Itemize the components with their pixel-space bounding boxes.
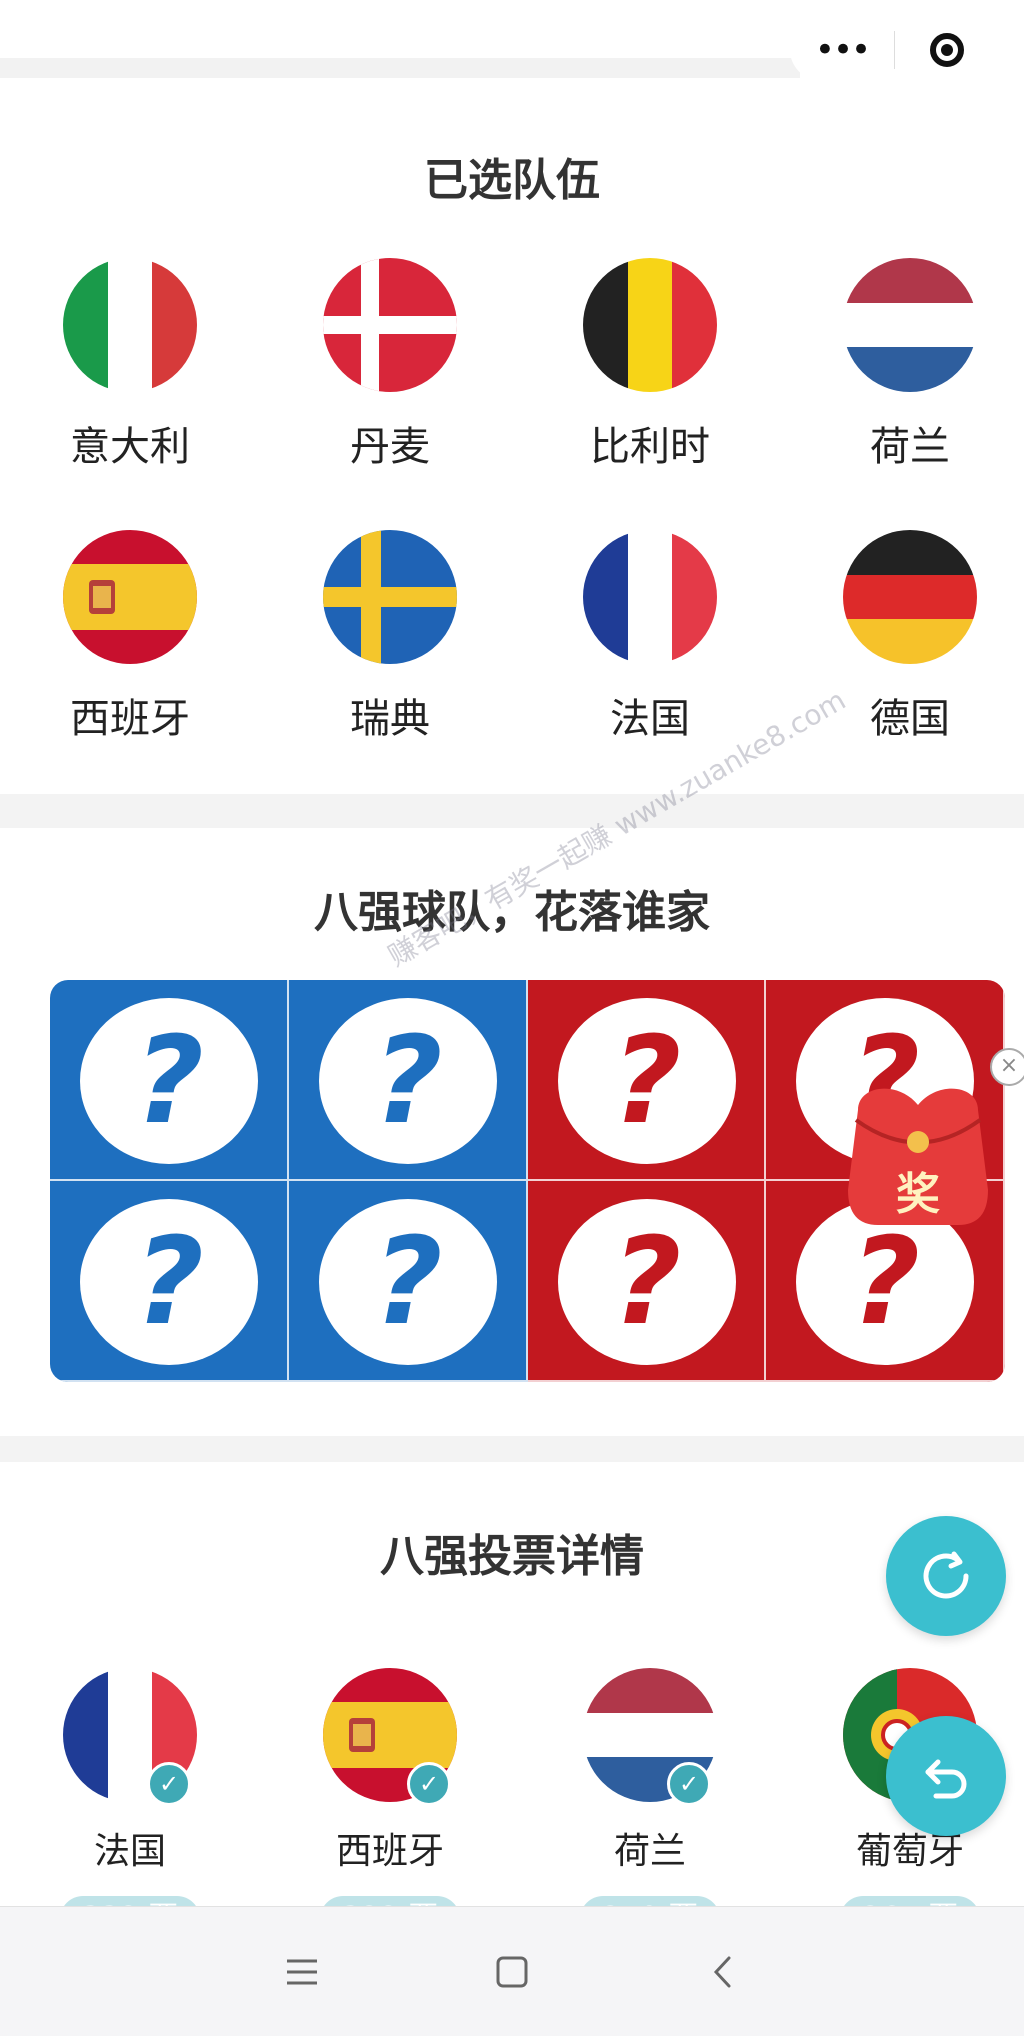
team-name: 西班牙 <box>70 696 190 742</box>
selected-teams-section: 已选队伍 意大利 丹麦 比利时 荷兰 西班牙 瑞典 法国 德国 <box>0 86 1024 794</box>
board-slot[interactable]: ? <box>527 1181 767 1382</box>
slot-mark: ? <box>318 998 497 1164</box>
board-slot[interactable]: ? <box>527 980 767 1181</box>
team-flag <box>323 258 457 392</box>
board-slot[interactable]: ? <box>50 980 289 1181</box>
team-item[interactable]: 丹麦 <box>290 258 490 472</box>
back-icon[interactable] <box>692 1942 752 2002</box>
vote-item[interactable]: ✓西班牙322 票 <box>290 1668 490 1942</box>
top-bar: ••• <box>0 0 1024 86</box>
denmark-flag-icon <box>323 258 457 392</box>
check-icon: ✓ <box>147 1762 191 1806</box>
team-name: 西班牙 <box>335 1831 444 1872</box>
team-item[interactable]: 意大利 <box>30 258 230 472</box>
refresh-icon <box>923 1551 969 1599</box>
team-flag <box>63 258 197 392</box>
check-icon: ✓ <box>667 1762 711 1806</box>
return-icon <box>925 1759 967 1799</box>
team-name: 比利时 <box>590 424 710 470</box>
vote-item[interactable]: ✓法国332 票 <box>30 1668 230 1942</box>
board-slot[interactable]: ? <box>288 1181 528 1382</box>
team-item[interactable]: 荷兰 <box>810 258 1010 472</box>
team-name: 葡萄牙 <box>855 1831 964 1872</box>
home-icon[interactable] <box>482 1942 542 2002</box>
team-flag <box>583 530 717 664</box>
team-item[interactable]: 比利时 <box>550 258 750 472</box>
more-icon[interactable]: ••• <box>790 33 894 67</box>
team-name: 荷兰 <box>870 424 950 470</box>
check-icon: ✓ <box>407 1762 451 1806</box>
sweden-flag-icon <box>323 530 457 664</box>
spain-flag-icon <box>63 530 197 664</box>
team-name: 荷兰 <box>613 1831 686 1872</box>
board-slot[interactable]: ? <box>288 980 528 1181</box>
back-button[interactable] <box>886 1716 1006 1836</box>
team-item[interactable]: 西班牙 <box>30 530 230 744</box>
team-flag <box>63 530 197 664</box>
team-flag <box>583 258 717 392</box>
slot-mark: ? <box>80 998 258 1164</box>
team-name: 意大利 <box>70 424 190 470</box>
belgium-flag-icon <box>583 258 717 392</box>
target-icon[interactable] <box>895 33 999 67</box>
team-item[interactable]: 法国 <box>550 530 750 744</box>
red-packet-button[interactable]: 奖 <box>838 1080 998 1230</box>
refresh-button[interactable] <box>886 1516 1006 1636</box>
team-name: 丹麦 <box>350 424 430 470</box>
section-title: 八强投票详情 <box>380 1531 644 1582</box>
slot-mark: ? <box>80 1199 258 1365</box>
netherlands-flag-icon <box>843 258 977 392</box>
section-title: 已选队伍 <box>424 155 600 206</box>
menu-icon[interactable] <box>272 1942 332 2002</box>
top-bar-strip <box>0 58 800 78</box>
system-nav-bar <box>0 1906 1024 2036</box>
team-name: 法国 <box>93 1831 166 1872</box>
team-name: 瑞典 <box>350 696 430 742</box>
mini-program-capsule: ••• <box>790 20 1000 80</box>
slot-mark: ? <box>557 1199 736 1365</box>
red-packet-label: 奖 <box>896 1169 940 1220</box>
vote-section: 八强投票详情 ✓法国332 票✓西班牙322 票✓荷兰270 票葡萄牙265 票 <box>0 1462 1024 1942</box>
germany-flag-icon <box>843 530 977 664</box>
italy-flag-icon <box>63 258 197 392</box>
team-flag <box>843 530 977 664</box>
slot-mark: ? <box>318 1199 497 1365</box>
vote-item[interactable]: ✓荷兰270 票 <box>550 1668 750 1942</box>
team-item[interactable]: 瑞典 <box>290 530 490 744</box>
slot-mark: ? <box>557 998 736 1164</box>
team-flag <box>323 530 457 664</box>
france-flag-icon <box>583 530 717 664</box>
team-flag <box>843 258 977 392</box>
board-slot[interactable]: ? <box>50 1181 289 1382</box>
team-name: 法国 <box>610 696 690 742</box>
